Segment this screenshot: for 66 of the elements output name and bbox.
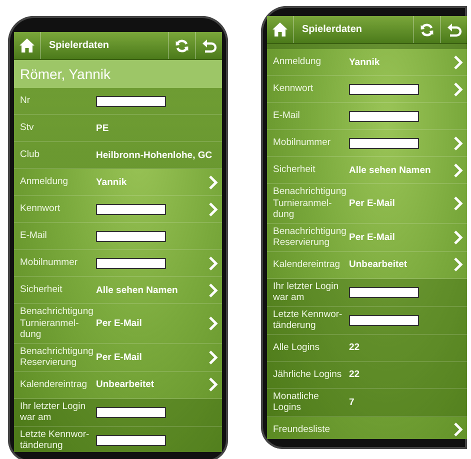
chevron-right-icon[interactable] <box>208 256 218 270</box>
field-label: Kalendereintrag <box>20 378 88 390</box>
field-label: Freundesliste <box>273 424 332 436</box>
field-label: Anmeldung <box>273 56 322 68</box>
field-value: Alle sehen Namen <box>349 164 432 176</box>
chevron-right-icon[interactable] <box>208 282 218 298</box>
field-label: Benachrichtigung Turnieranmel-dung <box>20 306 94 340</box>
back-arrow-icon[interactable] <box>446 22 462 36</box>
field-label: E-Mail <box>20 230 48 242</box>
field-value: Per E-Mail <box>96 318 143 329</box>
field-value: Heilbronn-Hohenlohe, GC <box>96 150 212 160</box>
field-label: Ihr letzter Login war am <box>20 400 86 424</box>
chevron-right-icon[interactable] <box>453 54 463 70</box>
field-label: Jährliche Logins <box>273 368 343 380</box>
field-label: Benachrichtigung Turnieranmel-dung <box>273 186 347 220</box>
field-label: Alle Logins <box>273 342 320 354</box>
chevron-right-icon[interactable] <box>453 162 463 178</box>
chevron-right-icon[interactable] <box>453 422 463 437</box>
field-value: 7 <box>349 396 356 408</box>
field-label: Club <box>20 149 41 161</box>
field-value: Yannik <box>349 56 381 68</box>
field-value: Yannik <box>96 176 128 188</box>
field-value: Alle sehen Namen <box>96 284 179 296</box>
field-label: Sicherheit <box>273 164 316 176</box>
field-label: Sicherheit <box>20 284 64 296</box>
chevron-right-icon[interactable] <box>208 174 218 190</box>
screen-title: Spielerdaten <box>301 24 364 35</box>
field-value: Unbearbeitet <box>96 379 156 390</box>
home-icon[interactable] <box>272 22 288 37</box>
field-label: Anmeldung <box>20 176 70 188</box>
field-label: Letzte Kennwor-tänderung <box>20 428 90 452</box>
chevron-right-icon[interactable] <box>453 257 463 272</box>
chevron-right-icon[interactable] <box>208 377 218 392</box>
field-value: Unbearbeitet <box>349 259 408 270</box>
field-label: Mobilnummer <box>20 257 79 269</box>
field-value: Per E-Mail <box>349 232 396 242</box>
field-label: Ihr letzter Login war am <box>273 280 340 304</box>
back-arrow-icon[interactable] <box>202 38 216 52</box>
refresh-icon[interactable] <box>175 38 189 52</box>
field-label: Kennwort <box>20 203 62 215</box>
field-label: Mobilnummer <box>273 137 332 149</box>
chevron-right-icon[interactable] <box>453 82 463 96</box>
chevron-right-icon[interactable] <box>208 202 218 216</box>
field-value: PE <box>96 122 110 134</box>
home-icon[interactable] <box>19 38 35 53</box>
field-label: E-Mail <box>273 110 301 122</box>
field-value: 22 <box>349 369 361 380</box>
chevron-right-icon[interactable] <box>453 136 463 150</box>
chevron-right-icon[interactable] <box>453 196 463 211</box>
chevron-right-icon[interactable] <box>208 316 218 331</box>
field-label: Nr <box>20 95 32 107</box>
field-value: 22 <box>349 342 361 353</box>
field-label: Kennwort <box>273 83 314 95</box>
player-name: Römer, Yannik <box>14 60 222 88</box>
field-label: Stv <box>20 122 35 134</box>
field-label: Benachrichtigung Reservierung <box>20 346 94 368</box>
field-label: Monatliche Logins <box>273 390 320 414</box>
field-label: Letzte Kennwor-tänderung <box>273 308 344 332</box>
field-label: Kalendereintrag <box>273 258 342 270</box>
screen-title: Spielerdaten <box>48 40 110 51</box>
field-value: Per E-Mail <box>349 198 396 209</box>
chevron-right-icon[interactable] <box>208 350 218 364</box>
chevron-right-icon[interactable] <box>453 230 463 244</box>
refresh-icon[interactable] <box>420 22 434 36</box>
field-label: Benachrichtigung Reservierung <box>273 226 347 248</box>
field-value: Per E-Mail <box>96 352 143 362</box>
